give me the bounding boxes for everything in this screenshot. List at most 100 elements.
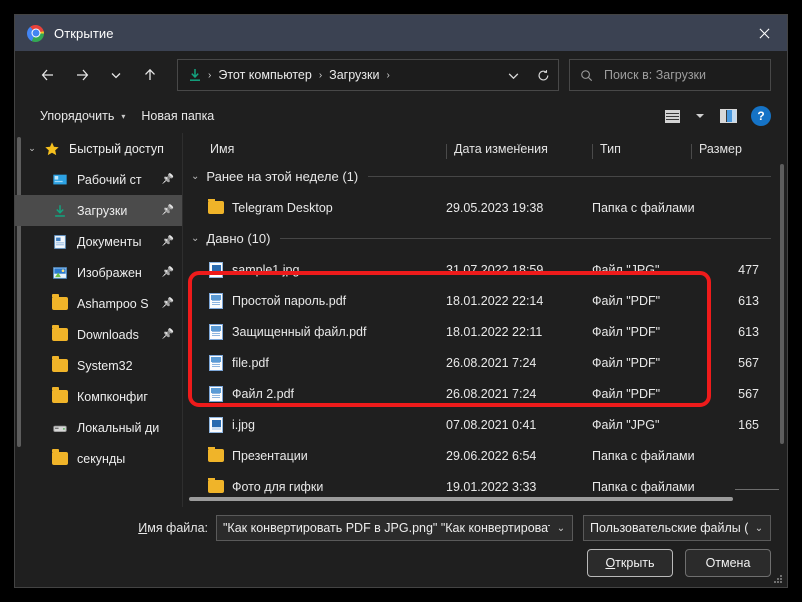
file-row[interactable]: Презентации 29.06.2022 6:54 Папка с файлам…: [183, 440, 787, 471]
file-type: Файл "PDF": [592, 355, 661, 370]
breadcrumb-separator: ›: [208, 69, 212, 81]
sort-chevron-icon: ⌄: [515, 138, 523, 148]
file-type: Файл "PDF": [592, 386, 661, 401]
pin-icon[interactable]: 📌: [162, 329, 174, 340]
pin-icon[interactable]: 📌: [162, 205, 174, 216]
file-list-horizontal-scrollbar[interactable]: [189, 497, 733, 501]
group-header[interactable]: ⌄ Давно (10): [183, 223, 787, 254]
documents-icon: [51, 233, 69, 251]
file-name-cell: Защищенный файл.pdf: [183, 323, 446, 340]
close-icon[interactable]: [741, 15, 787, 51]
sidebar-item-8[interactable]: Компконфиг: [15, 381, 182, 412]
address-dropdown-icon[interactable]: [498, 60, 528, 90]
column-header-name-label: Имя: [210, 142, 235, 156]
sidebar-item-3[interactable]: Документы 📌: [15, 226, 182, 257]
search-box[interactable]: [569, 59, 771, 91]
new-folder-button[interactable]: Новая папка: [133, 104, 222, 128]
list-view-icon[interactable]: [659, 104, 685, 128]
column-header-name[interactable]: Имя: [183, 142, 446, 161]
resize-grip-icon[interactable]: [773, 574, 783, 584]
sidebar-item-7[interactable]: System32: [15, 350, 182, 381]
file-list-panel: Имя ⌄ Дата изменения Тип Размер ⌄ Ранее н…: [183, 133, 787, 507]
pin-icon[interactable]: 📌: [162, 174, 174, 185]
open-button[interactable]: Открыть: [587, 549, 673, 577]
cancel-button[interactable]: Отмена: [685, 549, 771, 577]
pin-icon[interactable]: 📌: [162, 236, 174, 247]
open-file-dialog: Открытие › Этот компьютер › Загрузки › П…: [14, 14, 788, 588]
recent-locations-button[interactable]: [101, 60, 131, 90]
desktop-icon: [51, 171, 69, 189]
file-row[interactable]: Защищенный файл.pdf 18.01.2022 22:11 Файл …: [183, 316, 787, 347]
chevron-down-icon[interactable]: ⌄: [191, 171, 199, 182]
breadcrumb-separator: ›: [318, 69, 323, 81]
preview-pane-icon[interactable]: [715, 104, 741, 128]
chevron-down-icon[interactable]: ⌄: [191, 233, 199, 244]
sidebar-item-label: Рабочий ст: [77, 172, 142, 187]
organize-label: Упорядочить: [40, 109, 115, 123]
file-row[interactable]: Telegram Desktop 29.05.2023 19:38 Папка с …: [183, 192, 787, 223]
group-divider: [368, 176, 771, 177]
group-header[interactable]: ⌄ Ранее на этой неделе (1): [183, 161, 787, 192]
file-date: 18.01.2022 22:11: [446, 324, 543, 339]
refresh-icon[interactable]: [528, 60, 558, 90]
breadcrumb-item-computer[interactable]: Этот компьютер: [216, 68, 313, 82]
breadcrumb-item-downloads[interactable]: Загрузки: [327, 68, 381, 82]
column-header-type[interactable]: Тип: [592, 142, 691, 161]
file-name-cell: Фото для гифки: [183, 478, 446, 495]
sidebar-item-1[interactable]: Рабочий ст 📌: [15, 164, 182, 195]
column-header-date[interactable]: ⌄ Дата изменения: [446, 138, 592, 161]
file-name-cell: Презентации: [183, 447, 446, 464]
sidebar-item-label: Документы: [77, 234, 142, 249]
filename-input[interactable]: "Как конвертировать PDF в JPG.png" "Как …: [216, 515, 573, 541]
folder-icon: [51, 449, 69, 468]
file-name: i.jpg: [232, 417, 255, 432]
file-row[interactable]: sample1.jpg 31.07.2022 18:59 Файл "JPG" 477: [183, 254, 787, 285]
chevron-down-icon[interactable]: ⌄: [550, 523, 572, 534]
file-name-cell: Файл 2.pdf: [183, 385, 446, 402]
pdf-file-icon: [207, 385, 224, 402]
chevron-down-icon[interactable]: ⌄: [748, 523, 770, 534]
pin-icon[interactable]: 📌: [162, 267, 174, 278]
chevron-down-icon: ▾: [121, 111, 126, 121]
sidebar-item-9[interactable]: Локальный ди: [15, 412, 182, 443]
organize-button[interactable]: Упорядочить ▾: [32, 104, 133, 128]
sidebar-item-2[interactable]: Загрузки 📌: [15, 195, 182, 226]
chevron-down-icon[interactable]: ⌄: [25, 143, 39, 154]
address-bar[interactable]: › Этот компьютер › Загрузки ›: [177, 59, 559, 91]
file-type: Файл "PDF": [592, 324, 661, 339]
window-title: Открытие: [54, 25, 114, 41]
file-row[interactable]: file.pdf 26.08.2021 7:24 Файл "PDF" 567: [183, 347, 787, 378]
file-type-filter[interactable]: Пользовательские файлы (*.p ⌄: [583, 515, 771, 541]
file-size: 165: [738, 417, 759, 432]
up-button[interactable]: [135, 60, 165, 90]
sidebar-item-6[interactable]: Downloads 📌: [15, 319, 182, 350]
sidebar-item-0[interactable]: ⌄ Быстрый доступ: [15, 133, 182, 164]
search-input[interactable]: [602, 67, 756, 83]
jpg-file-icon: [207, 416, 224, 433]
pdf-file-icon: [207, 354, 224, 371]
back-button[interactable]: [33, 60, 63, 90]
pin-icon[interactable]: 📌: [162, 298, 174, 309]
view-options-chevron-down-icon[interactable]: [687, 104, 713, 128]
file-row[interactable]: Файл 2.pdf 26.08.2021 7:24 Файл "PDF" 567: [183, 378, 787, 409]
file-row[interactable]: Простой пароль.pdf 18.01.2022 22:14 Файл "…: [183, 285, 787, 316]
filename-label: Имя файла:: [138, 521, 208, 535]
file-name: Презентации: [232, 448, 308, 463]
file-type: Папка с файлами: [592, 448, 695, 463]
forward-button[interactable]: [67, 60, 97, 90]
column-header-size[interactable]: Размер: [691, 142, 771, 161]
file-size: 613: [738, 324, 759, 339]
sidebar-item-10[interactable]: секунды: [15, 443, 182, 474]
file-row[interactable]: i.jpg 07.08.2021 0:41 Файл "JPG" 165: [183, 409, 787, 440]
help-icon[interactable]: ?: [751, 106, 771, 126]
sidebar-item-5[interactable]: Ashampoo S 📌: [15, 288, 182, 319]
search-icon: [581, 69, 593, 81]
file-name-cell: Простой пароль.pdf: [183, 292, 446, 309]
horizontal-scroll-track: [735, 489, 779, 490]
folder-icon: [207, 199, 224, 216]
file-list-scrollbar[interactable]: [780, 164, 784, 444]
file-type: Файл "PDF": [592, 293, 661, 308]
file-rows: ⌄ Ранее на этой неделе (1) Telegram Deskto…: [183, 161, 787, 507]
sidebar-item-4[interactable]: Изображен 📌: [15, 257, 182, 288]
group-header-label: Давно (10): [206, 231, 271, 246]
